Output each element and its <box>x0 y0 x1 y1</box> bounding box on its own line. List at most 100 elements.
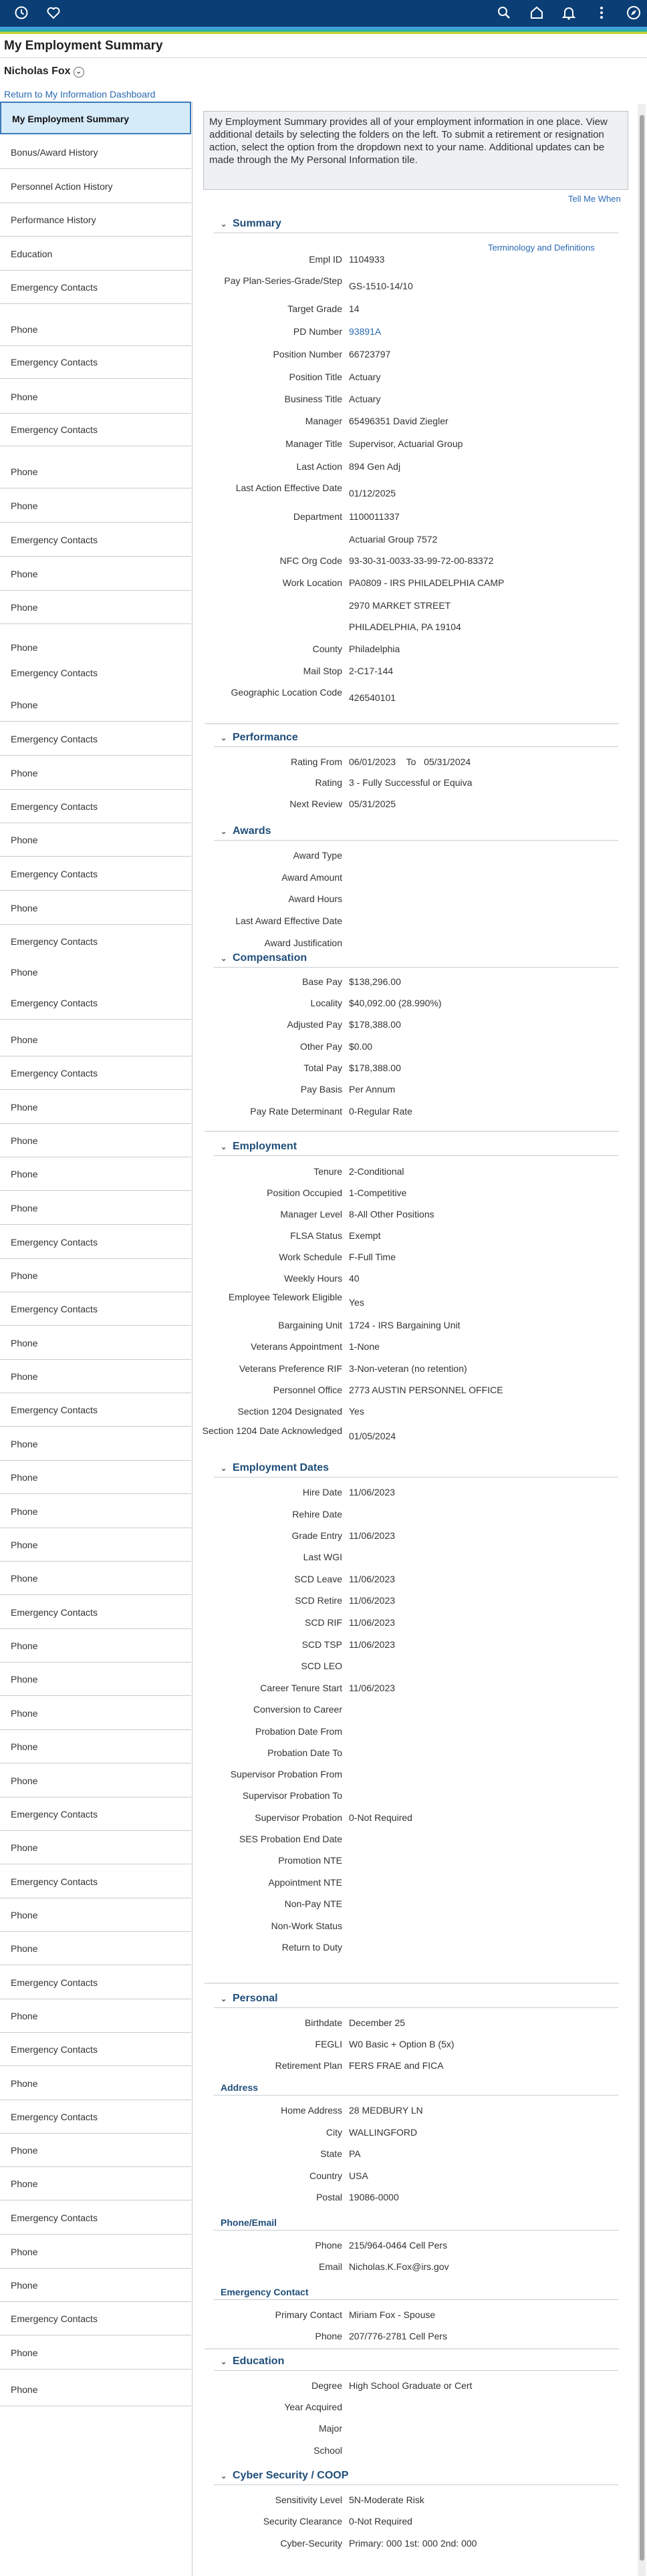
home-icon[interactable] <box>529 5 545 21</box>
nav-item[interactable]: Phone <box>0 1192 191 1225</box>
section-header-education[interactable]: ⌄ Education <box>221 2355 284 2368</box>
nav-item[interactable]: Phone <box>0 1024 191 1056</box>
nav-item[interactable]: Phone <box>0 1731 191 1763</box>
nav-item[interactable]: Phone <box>0 1697 191 1730</box>
nav-item[interactable]: Phone <box>0 1327 191 1360</box>
nav-item[interactable]: Phone <box>0 2269 191 2302</box>
search-icon[interactable] <box>496 5 512 21</box>
nav-item[interactable]: Phone <box>0 1428 191 1461</box>
nav-item[interactable]: Emergency Contacts <box>0 987 191 1020</box>
nav-item[interactable]: Phone <box>0 1361 191 1393</box>
section-header-summary[interactable]: ⌄ Summary <box>221 218 281 230</box>
nav-item[interactable]: Emergency Contacts <box>0 1866 191 1898</box>
collapse-chevron-icon[interactable]: ⌄ <box>221 1464 229 1473</box>
nav-item[interactable]: Phone <box>0 2134 191 2167</box>
nav-item[interactable]: Emergency Contacts <box>0 271 191 304</box>
section-header-employment[interactable]: ⌄ Employment <box>221 1141 297 1153</box>
nav-item[interactable]: My Employment Summary <box>0 102 191 134</box>
scrollbar-thumb[interactable] <box>640 115 644 2561</box>
more-options-icon[interactable] <box>594 5 610 21</box>
pd-number-link[interactable]: 93891A <box>349 326 381 337</box>
tell-me-when-link[interactable]: Tell Me When <box>568 194 621 204</box>
nav-item[interactable]: Phone <box>0 1765 191 1798</box>
nav-item[interactable]: Emergency Contacts <box>0 925 191 958</box>
terminology-link[interactable]: Terminology and Definitions <box>488 243 595 253</box>
nav-item[interactable]: Phone <box>0 1899 191 1932</box>
nav-item[interactable]: Phone <box>0 1663 191 1696</box>
nav-item[interactable]: Phone <box>0 1495 191 1528</box>
nav-item[interactable]: Phone <box>0 689 191 722</box>
collapse-chevron-icon[interactable]: ⌄ <box>221 1995 229 2003</box>
favorites-icon[interactable] <box>45 5 61 21</box>
nav-item[interactable]: Emergency Contacts <box>0 2101 191 2134</box>
chevron-down-icon[interactable]: ⌄ <box>73 67 84 78</box>
nav-item[interactable]: Emergency Contacts <box>0 524 191 557</box>
history-icon[interactable] <box>13 5 29 21</box>
section-header-personal[interactable]: ⌄ Personal <box>221 1993 278 2005</box>
nav-item[interactable]: Phone <box>0 490 191 523</box>
nav-item[interactable]: Emergency Contacts <box>0 723 191 756</box>
section-header-performance[interactable]: ⌄ Performance <box>221 732 298 744</box>
nav-item[interactable]: Emergency Contacts <box>0 2202 191 2235</box>
collapse-chevron-icon[interactable]: ⌄ <box>221 1143 229 1151</box>
return-link[interactable]: Return to My Information Dashboard <box>4 89 155 100</box>
nav-item[interactable]: Emergency Contacts <box>0 1057 191 1090</box>
collapse-chevron-icon[interactable]: ⌄ <box>221 827 229 836</box>
nav-item[interactable]: Phone <box>0 1933 191 1965</box>
nav-item[interactable]: Phone <box>0 456 191 488</box>
nav-item[interactable]: Bonus/Award History <box>0 136 191 169</box>
nav-item[interactable]: Phone <box>0 2000 191 2033</box>
nav-item[interactable]: Phone <box>0 1158 191 1191</box>
nav-item[interactable]: Phone <box>0 558 191 591</box>
nav-item[interactable]: Phone <box>0 1832 191 1864</box>
nav-item[interactable]: Phone <box>0 1562 191 1595</box>
nav-item[interactable]: Emergency Contacts <box>0 1798 191 1831</box>
section-header-employment_dates[interactable]: ⌄ Employment Dates <box>221 1462 329 1474</box>
section-header-cyber[interactable]: ⌄ Cyber Security / COOP <box>221 2470 348 2482</box>
collapse-chevron-icon[interactable]: ⌄ <box>221 2357 229 2366</box>
nav-item[interactable]: Education <box>0 238 191 271</box>
collapse-chevron-icon[interactable]: ⌄ <box>221 734 229 742</box>
nav-item[interactable]: Phone <box>0 2236 191 2269</box>
nav-item[interactable]: Phone <box>0 2168 191 2200</box>
collapse-chevron-icon[interactable]: ⌄ <box>221 954 229 963</box>
nav-item[interactable]: Phone <box>0 1461 191 1494</box>
nav-item[interactable]: Phone <box>0 2337 191 2370</box>
nav-item[interactable]: Phone <box>0 1529 191 1562</box>
nav-item[interactable]: Phone <box>0 1091 191 1124</box>
nav-item[interactable]: Emergency Contacts <box>0 414 191 446</box>
nav-item[interactable]: Phone <box>0 824 191 857</box>
collapse-chevron-icon[interactable]: ⌄ <box>221 2472 229 2480</box>
nav-item[interactable]: Phone <box>0 1125 191 1157</box>
field-value[interactable]: 93891A <box>349 326 630 337</box>
nav-item[interactable]: Emergency Contacts <box>0 1293 191 1326</box>
navigator-icon[interactable] <box>626 5 642 21</box>
nav-item[interactable]: Phone <box>0 956 191 989</box>
nav-item[interactable]: Emergency Contacts <box>0 346 191 379</box>
collapse-chevron-icon[interactable]: ⌄ <box>221 220 229 229</box>
nav-item[interactable]: Emergency Contacts <box>0 791 191 823</box>
nav-item[interactable]: Emergency Contacts <box>0 1226 191 1259</box>
nav-item[interactable]: Phone <box>0 757 191 790</box>
nav-item[interactable]: Phone <box>0 2067 191 2100</box>
notifications-icon[interactable] <box>561 5 577 21</box>
nav-item[interactable]: Emergency Contacts <box>0 657 191 690</box>
nav-item[interactable]: Emergency Contacts <box>0 1967 191 1999</box>
nav-item[interactable]: Phone <box>0 892 191 925</box>
section-header-awards[interactable]: ⌄ Awards <box>221 825 271 837</box>
employee-name-menu[interactable]: Nicholas Fox ⌄ <box>4 65 84 78</box>
nav-item[interactable]: Emergency Contacts <box>0 858 191 891</box>
nav-item[interactable]: Phone <box>0 381 191 414</box>
nav-item[interactable]: Emergency Contacts <box>0 2303 191 2335</box>
nav-item[interactable]: Performance History <box>0 204 191 237</box>
nav-item[interactable]: Phone <box>0 1260 191 1292</box>
nav-item[interactable]: Phone <box>0 1630 191 1663</box>
nav-item[interactable]: Personnel Action History <box>0 170 191 203</box>
nav-item[interactable]: Phone <box>0 591 191 624</box>
nav-item[interactable]: Phone <box>0 313 191 346</box>
nav-item[interactable]: Emergency Contacts <box>0 1596 191 1629</box>
nav-item[interactable]: Emergency Contacts <box>0 2033 191 2066</box>
nav-item[interactable]: Phone <box>0 2374 191 2406</box>
nav-item[interactable]: Emergency Contacts <box>0 1394 191 1427</box>
section-header-compensation[interactable]: ⌄ Compensation <box>221 952 307 964</box>
